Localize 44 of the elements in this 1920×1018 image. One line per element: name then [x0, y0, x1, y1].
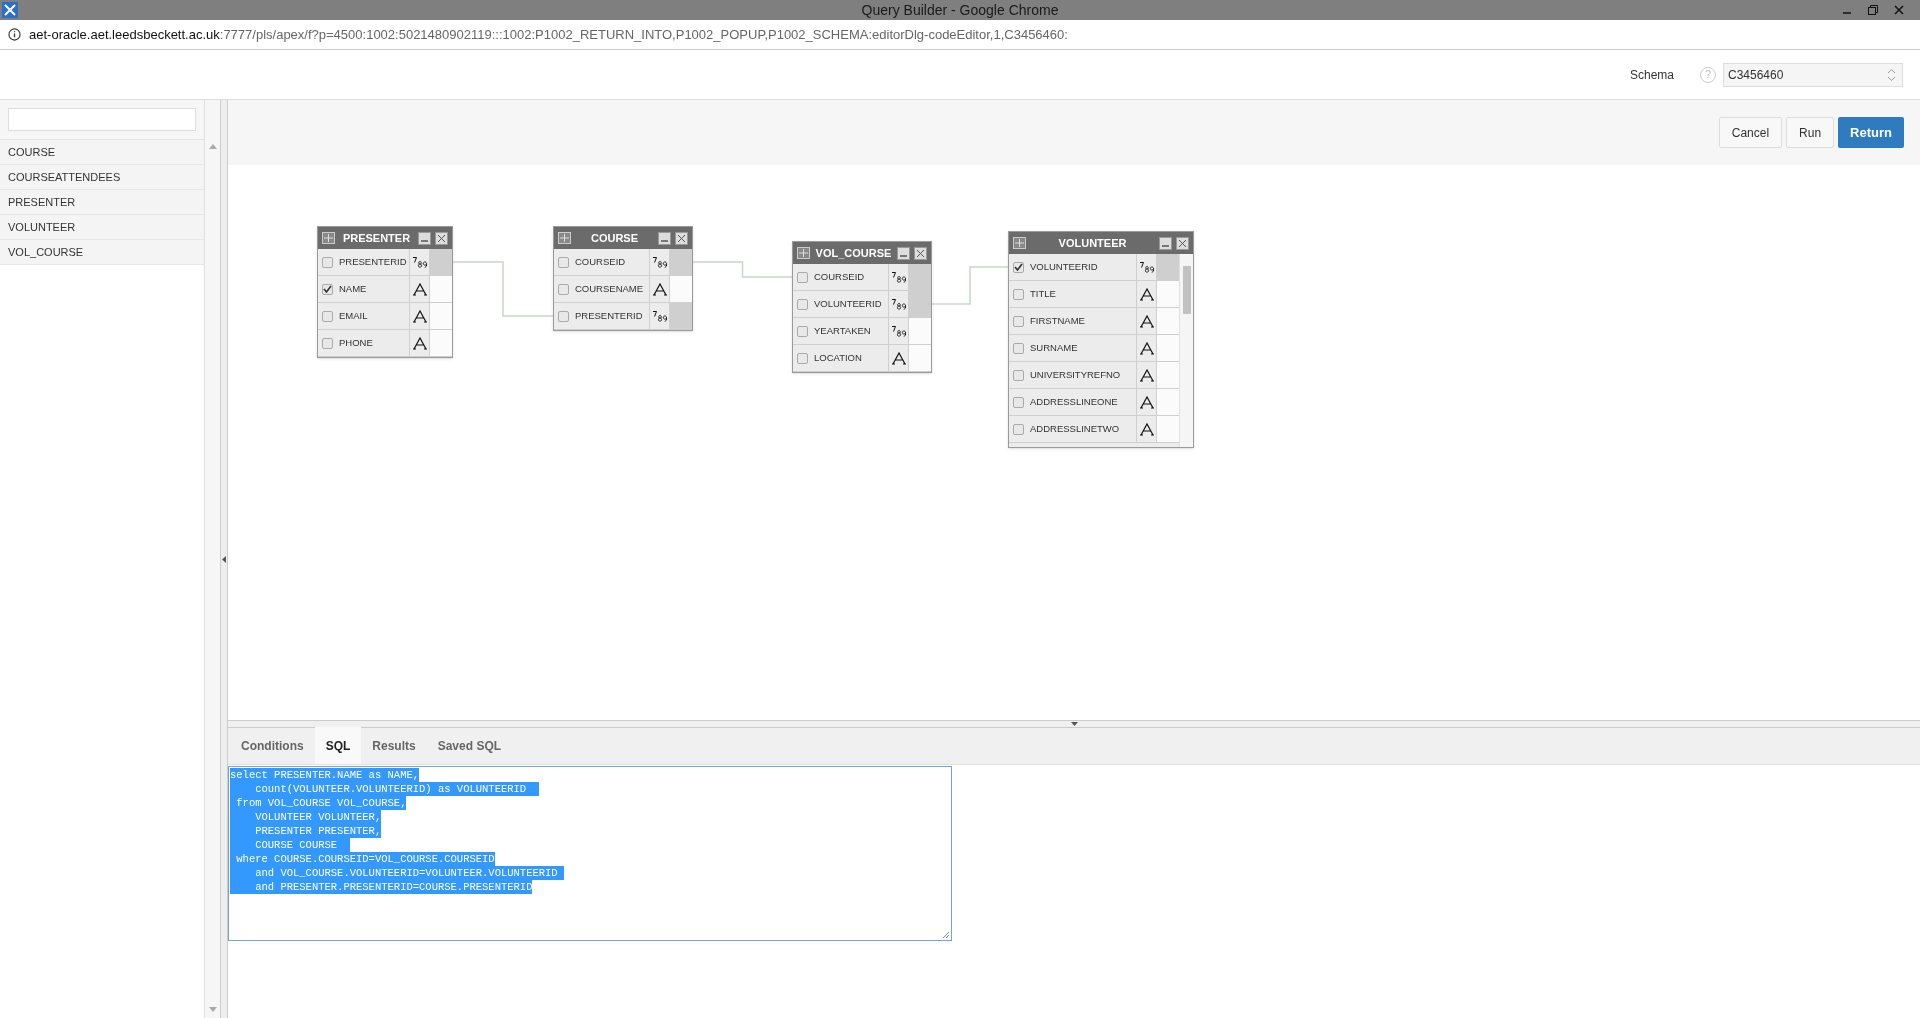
column-name: COURSEID	[814, 269, 865, 284]
column-name: PRESENTERID	[575, 308, 643, 323]
table-list-item[interactable]: VOL_COURSE	[0, 240, 204, 265]
column-name: TITLE	[1030, 286, 1056, 301]
url-field[interactable]: aet-oracle.aet.leedsbeckett.ac.uk:7777/pls/apex/f?p=4500:1002:5021480902119:::1002:P1002_RETURN_INTO,P1002_POPUP,P1002_SCHEMA:editorDlg-codeEditor,1,C3456460:	[29, 24, 1068, 45]
table-list-item[interactable]: PRESENTER	[0, 190, 204, 215]
column-name: SURNAME	[1030, 340, 1078, 355]
table-card[interactable]: VOLUNTEER VOLUNTEERID TITLE FIRSTNAME SURNAME UNIVERSITYREFNO ADDRESSLINEONE ADDRESSLINETWO	[1008, 231, 1194, 448]
column-name: ADDRESSLINEONE	[1030, 394, 1118, 409]
column-name: UNIVERSITYREFNO	[1030, 367, 1121, 382]
table-card[interactable]: COURSE COURSEID COURSENAME PRESENTERID	[553, 226, 693, 331]
column-name: VOLUNTEERID	[814, 296, 882, 311]
table-list-item[interactable]: VOLUNTEER	[0, 215, 204, 240]
url-host: aet-oracle.aet.leedsbeckett.ac.uk	[29, 25, 220, 44]
column-name: EMAIL	[339, 308, 368, 323]
table-list-item[interactable]: COURSEATTENDEES	[0, 165, 204, 190]
column-name: PHONE	[339, 335, 373, 350]
toolbar-button[interactable]: Cancel	[1718, 117, 1783, 148]
tab[interactable]: Conditions	[230, 727, 315, 764]
column-name: NAME	[339, 281, 367, 296]
tab[interactable]: Results	[361, 727, 427, 764]
toolbar-button[interactable]: Return	[1838, 117, 1904, 148]
column-name: COURSENAME	[575, 281, 644, 296]
tab[interactable]: Saved SQL	[426, 727, 513, 764]
tab[interactable]: SQL	[314, 727, 362, 764]
table-title: VOL_COURSE	[814, 245, 893, 261]
table-title: COURSE	[589, 230, 640, 246]
schema-label: Schema	[1629, 66, 1674, 84]
table-list-item[interactable]: COURSE	[0, 140, 204, 165]
column-name: ADDRESSLINETWO	[1030, 421, 1120, 436]
table-title: VOLUNTEER	[1057, 235, 1128, 251]
table-card[interactable]: PRESENTER PRESENTERID NAME EMAIL PHONE	[317, 226, 453, 358]
toolbar-button[interactable]: Run	[1786, 117, 1835, 148]
window-title: Query Builder - Google Chrome	[861, 0, 1059, 20]
schema-select[interactable]: C3456460	[1723, 62, 1903, 87]
column-name: YEARTAKEN	[814, 323, 871, 338]
column-name: COURSEID	[575, 254, 626, 269]
column-name: PRESENTERID	[339, 254, 407, 269]
table-card[interactable]: VOL_COURSE COURSEID VOLUNTEERID YEARTAKEN LOCATION	[792, 241, 932, 373]
column-name: LOCATION	[814, 350, 862, 365]
url-path: :7777/pls/apex/f?p=4500:1002:5021480902119:::1002:P1002_RETURN_INTO,P1002_POPUP,P1002_SCHEMA:editorDlg-codeEditor,1,C3456460:	[219, 25, 1068, 44]
column-name: FIRSTNAME	[1030, 313, 1085, 328]
column-name: VOLUNTEERID	[1030, 259, 1098, 274]
table-title: PRESENTER	[341, 230, 412, 246]
